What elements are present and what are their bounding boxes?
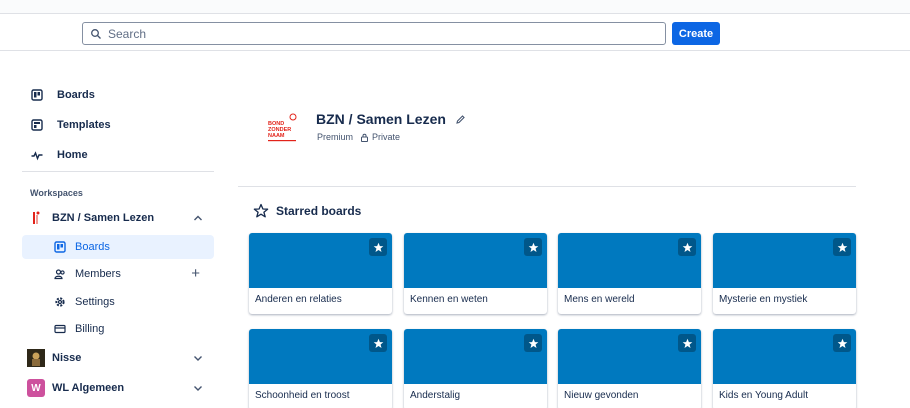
- workspace-item-settings[interactable]: Settings: [22, 290, 214, 314]
- chevron-up-icon[interactable]: [192, 212, 204, 224]
- create-button[interactable]: Create: [672, 22, 720, 45]
- workspace-item-label: Billing: [75, 323, 105, 335]
- board-card[interactable]: Schoonheid en troost: [249, 329, 392, 408]
- board-name: Kennen en weten: [410, 294, 488, 305]
- content-divider: [238, 186, 856, 187]
- star-filled-icon[interactable]: [678, 334, 696, 352]
- workspace-label: Nisse: [52, 352, 82, 364]
- sidebar-divider: [22, 171, 214, 172]
- workspace-logo: [27, 209, 45, 227]
- template-icon: [30, 118, 44, 132]
- workspace-meta: Premium Private: [317, 132, 400, 142]
- board-card[interactable]: Mens en wereld: [558, 233, 701, 314]
- board-icon: [54, 241, 66, 253]
- workspace-title: BZN / Samen Lezen: [316, 111, 446, 127]
- board-card[interactable]: Kids en Young Adult: [713, 329, 856, 408]
- workspace-item-billing[interactable]: Billing: [22, 317, 214, 341]
- credit-card-icon: [54, 323, 66, 335]
- workspace-logo-large: BOND ZONDER NAAM: [266, 111, 302, 145]
- workspace-logo: W: [27, 379, 45, 397]
- edit-pencil-icon[interactable]: [455, 114, 466, 125]
- workspace-logo: [27, 349, 45, 367]
- workspace-wl-algemeen[interactable]: W WL Algemeen: [22, 375, 214, 401]
- main-content: BOND ZONDER NAAM BZN / Samen Lezen Premi…: [238, 51, 856, 408]
- sidebar-item-home[interactable]: Home: [22, 143, 214, 167]
- star-filled-icon[interactable]: [833, 334, 851, 352]
- board-card[interactable]: Kennen en weten: [404, 233, 547, 314]
- home-pulse-icon: [30, 148, 44, 162]
- svg-text:NAAM: NAAM: [268, 133, 285, 139]
- workspace-label: BZN / Samen Lezen: [52, 212, 155, 224]
- star-outline-icon: [253, 203, 269, 219]
- lock-icon: [360, 133, 369, 142]
- sidebar-item-boards[interactable]: Boards: [22, 83, 214, 107]
- add-member-icon[interactable]: +: [191, 266, 200, 281]
- workspace-item-label: Members: [75, 268, 121, 280]
- plan-label: Premium: [317, 132, 354, 142]
- board-card[interactable]: Anderstalig: [404, 329, 547, 408]
- workspace-item-boards[interactable]: Boards: [22, 235, 214, 259]
- board-card[interactable]: Nieuw gevonden: [558, 329, 701, 408]
- workspace-bzn[interactable]: BZN / Samen Lezen: [22, 205, 214, 231]
- starred-heading-label: Starred boards: [276, 204, 362, 218]
- star-filled-icon[interactable]: [524, 238, 542, 256]
- board-name: Mysterie en mystiek: [719, 294, 808, 305]
- workspace-label: WL Algemeen: [52, 382, 125, 394]
- workspace-item-label: Settings: [75, 296, 115, 308]
- star-filled-icon[interactable]: [678, 238, 696, 256]
- board-icon: [30, 88, 44, 102]
- star-filled-icon[interactable]: [833, 238, 851, 256]
- workspace-item-label: Boards: [75, 241, 110, 253]
- star-filled-icon[interactable]: [524, 334, 542, 352]
- workspace-nisse[interactable]: Nisse: [22, 345, 214, 371]
- workspaces-heading: Workspaces: [30, 188, 83, 198]
- search-input[interactable]: Search: [82, 22, 666, 45]
- sidebar: Boards Templates Home Workspaces BZN / S…: [0, 51, 222, 408]
- board-name: Anderen en relaties: [255, 294, 342, 305]
- sidebar-item-templates[interactable]: Templates: [22, 113, 214, 137]
- board-name: Nieuw gevonden: [564, 390, 639, 401]
- search-icon: [90, 28, 102, 40]
- board-card[interactable]: Mysterie en mystiek: [713, 233, 856, 314]
- star-filled-icon[interactable]: [369, 238, 387, 256]
- search-placeholder: Search: [108, 26, 147, 41]
- visibility-label: Private: [372, 132, 401, 142]
- board-name: Kids en Young Adult: [719, 390, 808, 401]
- board-name: Mens en wereld: [564, 294, 635, 305]
- chevron-down-icon[interactable]: [192, 382, 204, 394]
- top-header: Search Create: [0, 14, 910, 51]
- board-name: Schoonheid en troost: [255, 390, 350, 401]
- gear-icon: [54, 296, 66, 308]
- workspace-item-members[interactable]: Members +: [22, 262, 214, 286]
- sidebar-item-label: Templates: [57, 119, 111, 131]
- star-filled-icon[interactable]: [369, 334, 387, 352]
- browser-top-strip: [0, 0, 910, 14]
- chevron-down-icon[interactable]: [192, 352, 204, 364]
- starred-boards-heading: Starred boards: [253, 203, 361, 219]
- board-name: Anderstalig: [410, 390, 461, 401]
- members-icon: [54, 268, 66, 280]
- sidebar-item-label: Boards: [57, 89, 95, 101]
- board-card[interactable]: Anderen en relaties: [249, 233, 392, 314]
- sidebar-item-label: Home: [57, 149, 88, 161]
